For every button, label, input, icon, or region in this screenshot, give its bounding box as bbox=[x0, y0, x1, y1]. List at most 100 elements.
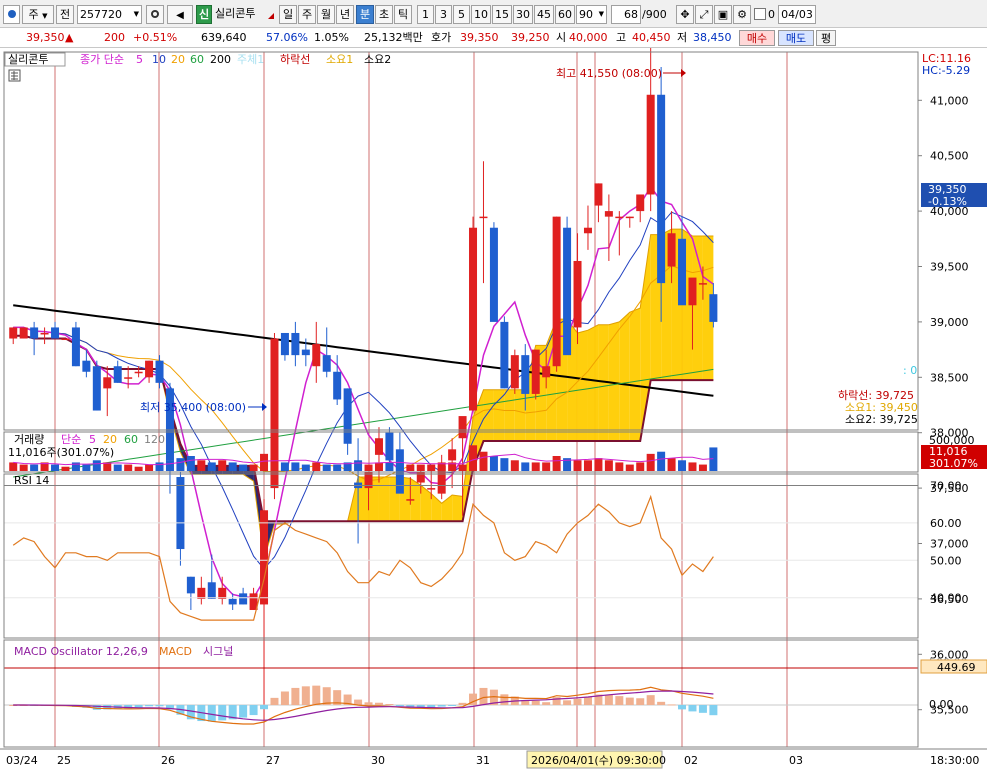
candle-body bbox=[322, 355, 331, 372]
market-type-select[interactable]: 주 ▼ bbox=[22, 5, 54, 24]
interval-30-button[interactable]: 30 bbox=[513, 5, 533, 24]
period-day-button[interactable]: 일 bbox=[279, 5, 297, 24]
volume-bar bbox=[30, 464, 39, 471]
interval-60-button[interactable]: 60 bbox=[555, 5, 575, 24]
legend-ma-200: 200 bbox=[210, 53, 231, 66]
interval-5-button[interactable]: 5 bbox=[453, 5, 470, 24]
period-second-button[interactable]: 초 bbox=[375, 5, 393, 24]
interval-3-button[interactable]: 3 bbox=[435, 5, 452, 24]
macd-oscillator-bar bbox=[448, 705, 457, 706]
volume-bar bbox=[260, 453, 269, 471]
volume-bar bbox=[552, 456, 561, 471]
quote-bar: 39,350 ▲ 200 +0.51% 639,640 57.06% 1.05%… bbox=[0, 28, 987, 48]
cloud-segment bbox=[504, 389, 515, 442]
chart-area[interactable]: 실리콘투 종가 단순 5 10 20 60 200 주체1 하락선 소요1 소요… bbox=[0, 48, 987, 772]
legend-support1: 소요1 bbox=[326, 53, 353, 66]
macd-oscillator-bar bbox=[270, 697, 279, 705]
candle-body bbox=[40, 332, 49, 335]
volume-bar bbox=[61, 466, 70, 471]
volume-bar bbox=[625, 464, 634, 471]
candle-body bbox=[448, 449, 457, 461]
macd-oscillator-bar bbox=[260, 705, 269, 710]
macd-oscillator-bar bbox=[207, 705, 216, 722]
stock-code-input[interactable]: 257720 ▼ bbox=[77, 5, 142, 24]
macd-oscillator-bar bbox=[542, 702, 551, 705]
settings-button[interactable]: ⚙ bbox=[733, 5, 751, 24]
turnover-rate: 1.05% bbox=[314, 31, 349, 44]
candle-body bbox=[9, 327, 18, 339]
period-week-button[interactable]: 주 bbox=[298, 5, 316, 24]
volume-bar bbox=[427, 464, 436, 471]
price-axis-tick-label: 37,000 bbox=[930, 538, 969, 551]
period-year-button[interactable]: 년 bbox=[336, 5, 354, 24]
ask-price-2: 39,250 bbox=[511, 31, 550, 44]
high-label: 고 bbox=[616, 31, 627, 44]
volume-bar bbox=[113, 464, 122, 471]
candle-body bbox=[646, 94, 655, 195]
volume-bar bbox=[688, 462, 697, 471]
price-axis-tick-label: 39,500 bbox=[930, 261, 969, 274]
volume-ratio: 57.06% bbox=[266, 31, 308, 44]
macd-label: MACD bbox=[159, 645, 192, 658]
macd-oscillator-bar bbox=[709, 705, 718, 716]
candle-body bbox=[30, 327, 39, 339]
crosshair-button[interactable]: ✥ bbox=[676, 5, 694, 24]
sell-button[interactable]: 매도 bbox=[778, 30, 814, 46]
draw-tool-button[interactable]: ⤢ bbox=[695, 5, 713, 24]
macd-oscillator-bar bbox=[531, 700, 540, 705]
candle-body bbox=[510, 355, 519, 389]
macd-badge-value: 449.69 bbox=[937, 661, 976, 674]
interval-15-button[interactable]: 15 bbox=[492, 5, 512, 24]
prev-button[interactable]: 전 bbox=[56, 5, 74, 24]
volume-bar bbox=[604, 460, 613, 471]
candle-body bbox=[667, 233, 676, 267]
sound-button[interactable]: ◀ bbox=[167, 5, 193, 24]
candle-body bbox=[186, 576, 195, 594]
volume-bar bbox=[667, 458, 676, 471]
support2-value: 소요2: 39,725 bbox=[845, 413, 918, 426]
period-minute-button[interactable]: 분 bbox=[356, 5, 374, 24]
buy-button[interactable]: 매수 bbox=[739, 30, 775, 46]
interval-value: 90 bbox=[579, 8, 593, 21]
volume-bar bbox=[82, 464, 91, 471]
volume-bar bbox=[531, 462, 540, 471]
lower-line-value: 하락선: 39,725 bbox=[838, 388, 914, 402]
volume-bar bbox=[155, 462, 164, 471]
main-menu-button[interactable] bbox=[3, 5, 20, 24]
chevron-down-icon: ▼ bbox=[598, 10, 604, 18]
count-input[interactable]: 68 bbox=[611, 5, 641, 24]
cloud-segment bbox=[378, 477, 390, 522]
period-tick-button[interactable]: 틱 bbox=[394, 5, 412, 24]
volume-bar bbox=[92, 460, 101, 471]
candle-body bbox=[615, 216, 624, 219]
date-input[interactable]: 04/03 bbox=[778, 5, 816, 24]
interval-45-button[interactable]: 45 bbox=[534, 5, 554, 24]
avg-button[interactable]: 평 bbox=[816, 30, 836, 46]
volume-bar bbox=[406, 464, 415, 471]
macd-oscillator-bar bbox=[479, 687, 488, 705]
macd-oscillator-bar bbox=[563, 700, 572, 705]
low-price: 38,450 bbox=[693, 31, 732, 44]
macd-oscillator-bar bbox=[145, 705, 154, 707]
cursor-time: 2026/04/01(수) 09:30:00 bbox=[531, 754, 666, 767]
new-badge[interactable]: 신 bbox=[196, 5, 212, 24]
cloud-segment bbox=[452, 495, 463, 522]
save-button[interactable]: ▣ bbox=[714, 5, 732, 24]
interval-select[interactable]: 90 ▼ bbox=[576, 5, 607, 24]
time-axis-label: 26 bbox=[161, 754, 175, 767]
candle-body bbox=[604, 211, 613, 217]
volume-bar bbox=[521, 462, 530, 471]
candle-body bbox=[563, 227, 572, 356]
interval-1-button[interactable]: 1 bbox=[417, 5, 434, 24]
volume-ma-5: 5 bbox=[89, 433, 96, 446]
legend-ma-5: 5 bbox=[136, 53, 143, 66]
date-checkbox[interactable] bbox=[754, 8, 766, 20]
candle-body bbox=[573, 260, 582, 328]
interval-10-button[interactable]: 10 bbox=[471, 5, 491, 24]
search-button[interactable] bbox=[146, 5, 164, 24]
macd-oscillator-bar bbox=[155, 705, 164, 707]
volume-bar bbox=[124, 464, 133, 471]
candle-body bbox=[542, 366, 551, 378]
macd-oscillator-bar bbox=[312, 685, 321, 705]
period-month-button[interactable]: 월 bbox=[317, 5, 335, 24]
